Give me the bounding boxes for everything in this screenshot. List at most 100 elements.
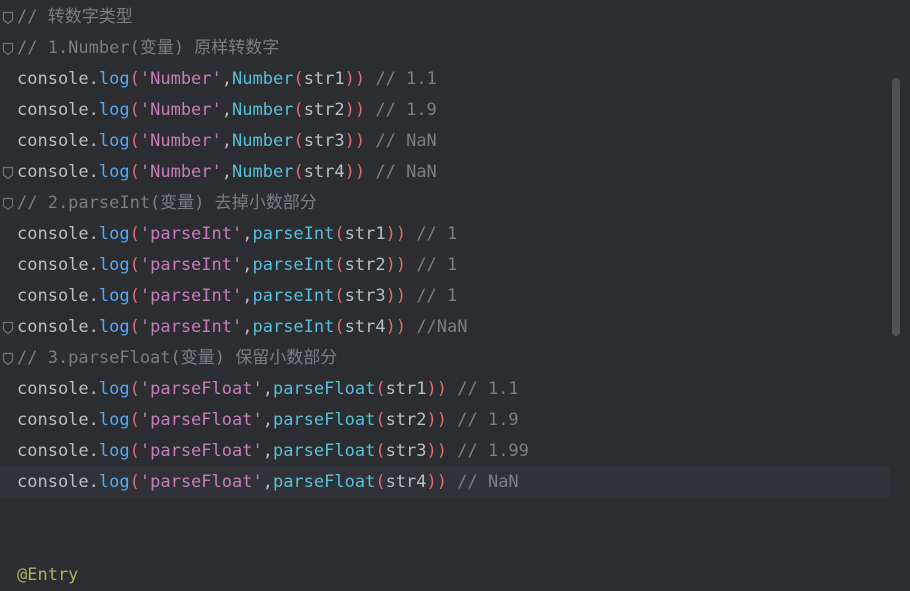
code-line[interactable]: console.log('parseInt',parseInt(str2)) /… [0,250,910,281]
object-name: console [17,69,89,89]
function-name: parseFloat [272,441,376,461]
inline-comment: // 1.99 [457,441,529,461]
paren-open: ( [129,410,140,430]
code-line[interactable]: console.log('Number',Number(str4)) // Na… [0,157,910,188]
comment-text: // 转数字类型 [17,7,133,27]
code-line[interactable]: @Entry [0,560,910,591]
function-name: parseInt [252,317,335,337]
string-literal: 'parseFloat' [139,379,263,399]
comma: , [221,131,233,151]
paren-close: )) [426,410,447,430]
comma: , [221,100,233,120]
paren-open: ( [129,100,140,120]
code-line[interactable] [0,529,910,560]
fold-marker-icon[interactable] [2,352,14,366]
comment-text: // 3.parseFloat(变量) 保留小数部分 [17,348,338,368]
function-name: Number [232,131,294,151]
object-name: console [17,472,89,492]
code-line[interactable]: console.log('Number',Number(str2)) // 1.… [0,95,910,126]
paren-open: ( [129,286,140,306]
fold-marker-icon[interactable] [2,42,14,56]
comment-text: // 1.Number(变量) 原样转数字 [17,38,280,58]
code-line[interactable]: console.log('parseFloat',parseFloat(str1… [0,374,910,405]
function-name: Number [232,69,294,89]
code-line[interactable] [0,498,910,529]
code-line[interactable]: console.log('parseFloat',parseFloat(str2… [0,405,910,436]
argument: str1 [385,379,427,399]
object-name: console [17,286,89,306]
paren-close: )) [344,131,366,151]
paren-close: )) [385,317,407,337]
paren-open: ( [293,100,304,120]
paren-open: ( [375,410,386,430]
code-content: // 2.parseInt(变量) 去掉小数部分 [17,188,317,219]
code-line[interactable]: console.log('Number',Number(str1)) // 1.… [0,64,910,95]
paren-open: ( [334,255,345,275]
code-line[interactable]: console.log('parseInt',parseInt(str1)) /… [0,219,910,250]
code-line[interactable]: console.log('parseInt',parseInt(str4)) /… [0,312,910,343]
comma: , [262,472,273,492]
code-content: // 转数字类型 [17,2,133,33]
paren-open: ( [129,131,140,151]
object-name: console [17,100,89,120]
argument: str1 [344,224,386,244]
object-name: console [17,224,89,244]
comment-text: // 2.parseInt(变量) 去掉小数部分 [17,193,317,213]
comma: , [242,286,253,306]
dot: . [88,69,99,89]
method-name: log [98,100,130,120]
fold-marker-icon[interactable] [2,166,14,180]
string-literal: 'parseInt' [139,224,243,244]
code-content: console.log('parseFloat',parseFloat(str2… [17,405,519,436]
paren-close: )) [344,100,366,120]
code-line[interactable]: // 2.parseInt(变量) 去掉小数部分 [0,188,910,219]
string-literal: 'parseInt' [139,255,243,275]
inline-comment: // 1.1 [457,379,519,399]
code-content: // 1.Number(变量) 原样转数字 [17,33,279,64]
object-name: console [17,410,89,430]
comma: , [221,162,233,182]
paren-open: ( [334,224,345,244]
comma: , [262,410,273,430]
function-name: parseFloat [272,379,376,399]
code-content: console.log('Number',Number(str1)) // 1.… [17,64,437,95]
argument: str2 [344,255,386,275]
fold-marker-icon[interactable] [2,197,14,211]
method-name: log [98,286,130,306]
code-content: console.log('parseFloat',parseFloat(str3… [17,436,529,467]
vertical-scrollbar[interactable] [892,78,900,336]
code-line[interactable]: console.log('parseFloat',parseFloat(str3… [0,436,910,467]
annotation-text: @Entry [17,565,79,585]
paren-open: ( [129,162,140,182]
code-line[interactable]: console.log('Number',Number(str3)) // Na… [0,126,910,157]
code-line[interactable]: console.log('parseFloat',parseFloat(str4… [0,467,890,498]
paren-open: ( [129,472,140,492]
inline-comment: // 1 [416,224,458,244]
fold-marker-icon[interactable] [2,321,14,335]
method-name: log [98,224,130,244]
code-line[interactable]: // 转数字类型 [0,2,910,33]
paren-close: )) [426,379,447,399]
fold-marker-icon[interactable] [2,11,14,25]
inline-comment: // NaN [375,131,437,151]
argument: str4 [385,472,427,492]
dot: . [88,317,99,337]
code-line[interactable]: // 1.Number(变量) 原样转数字 [0,33,910,64]
paren-close: )) [426,441,447,461]
method-name: log [98,69,130,89]
code-line[interactable]: // 3.parseFloat(变量) 保留小数部分 [0,343,910,374]
dot: . [88,224,99,244]
code-content: @Entry [17,560,78,591]
dot: . [88,100,99,120]
code-line[interactable]: console.log('parseInt',parseInt(str3)) /… [0,281,910,312]
code-editor[interactable]: // 转数字类型// 1.Number(变量) 原样转数字 console.log… [0,0,910,587]
method-name: log [98,410,130,430]
argument: str3 [385,441,427,461]
